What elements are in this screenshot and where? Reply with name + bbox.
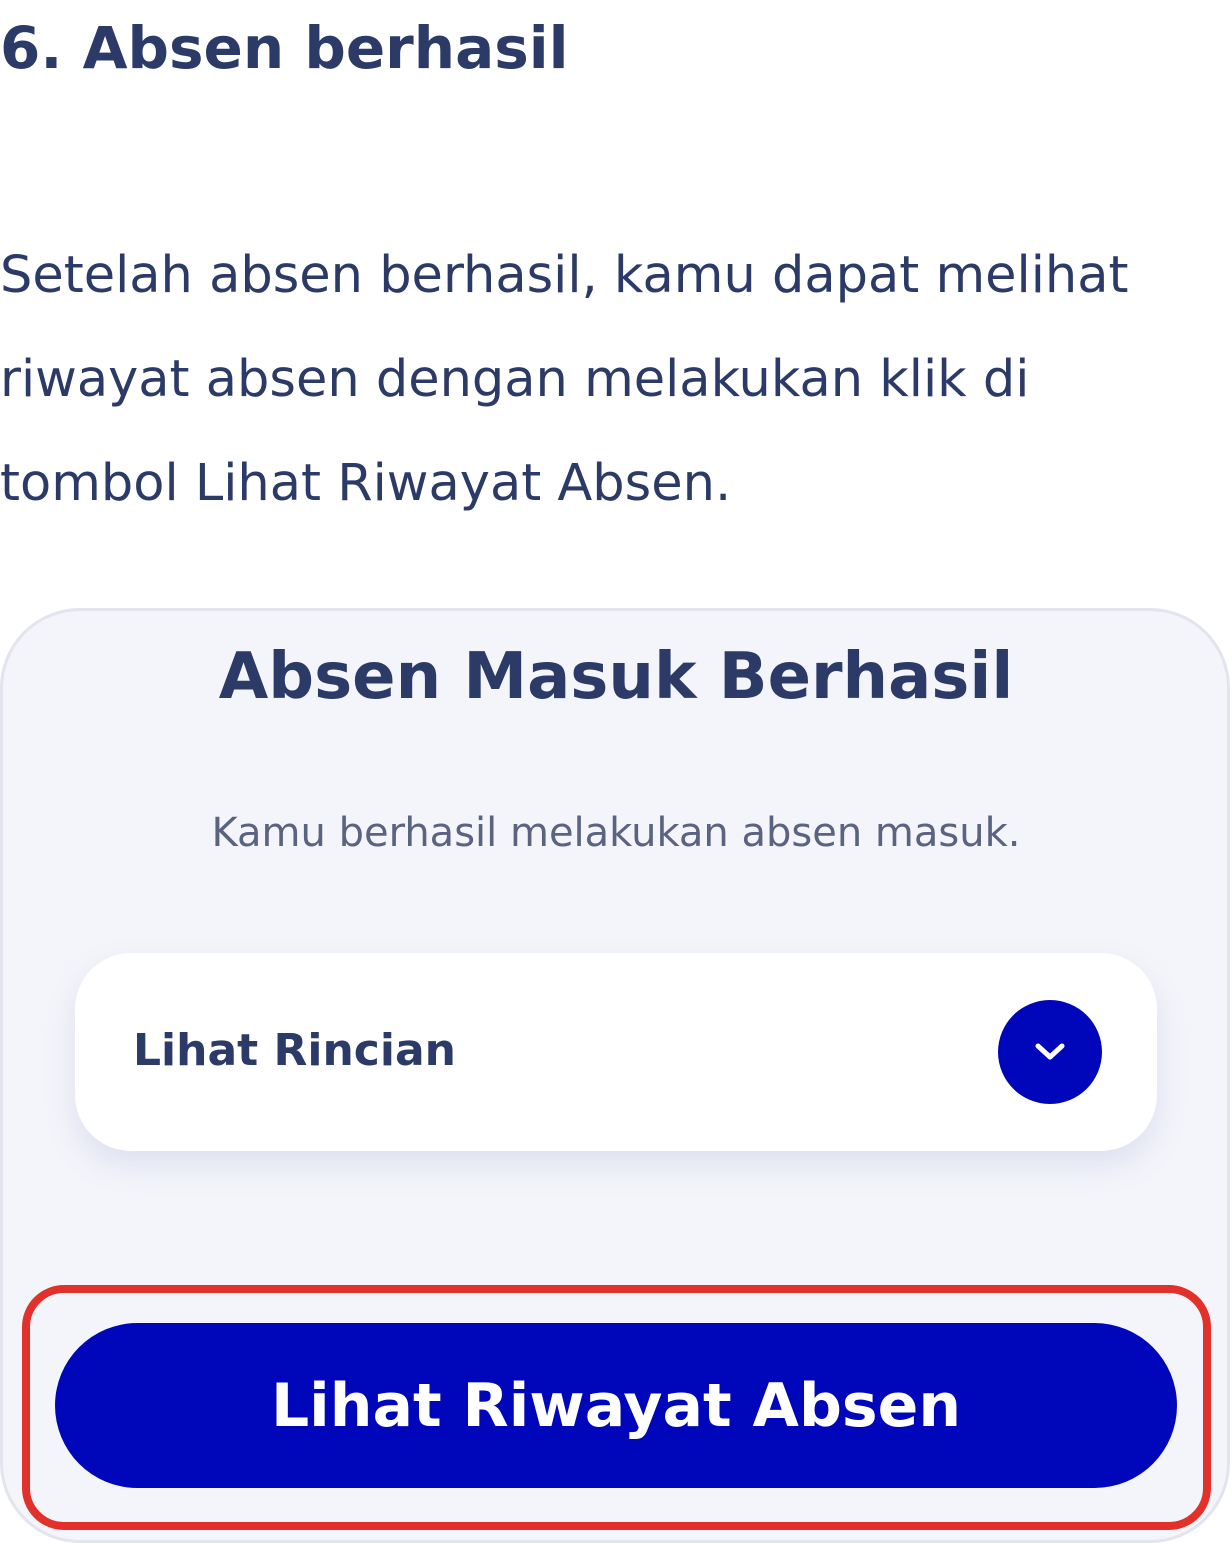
description-line: tombol Lihat Riwayat Absen. — [0, 454, 732, 513]
success-title: Absen Masuk Berhasil — [218, 640, 1014, 714]
expand-details-button[interactable] — [998, 1000, 1102, 1104]
view-history-button[interactable]: Lihat Riwayat Absen — [55, 1323, 1177, 1488]
details-label: Lihat Rincian — [133, 1025, 456, 1076]
description-line: Setelah absen berhasil, kamu dapat melih… — [0, 246, 1129, 305]
step-heading: 6. Absen berhasil — [0, 14, 569, 82]
details-accordion[interactable]: Lihat Rincian — [75, 953, 1157, 1151]
step-description: Setelah absen berhasil, kamu dapat melih… — [0, 224, 1220, 536]
success-message: Kamu berhasil melakukan absen masuk. — [211, 810, 1021, 856]
chevron-down-icon — [1035, 1043, 1065, 1060]
description-line: riwayat absen dengan melakukan klik di — [0, 350, 1030, 409]
